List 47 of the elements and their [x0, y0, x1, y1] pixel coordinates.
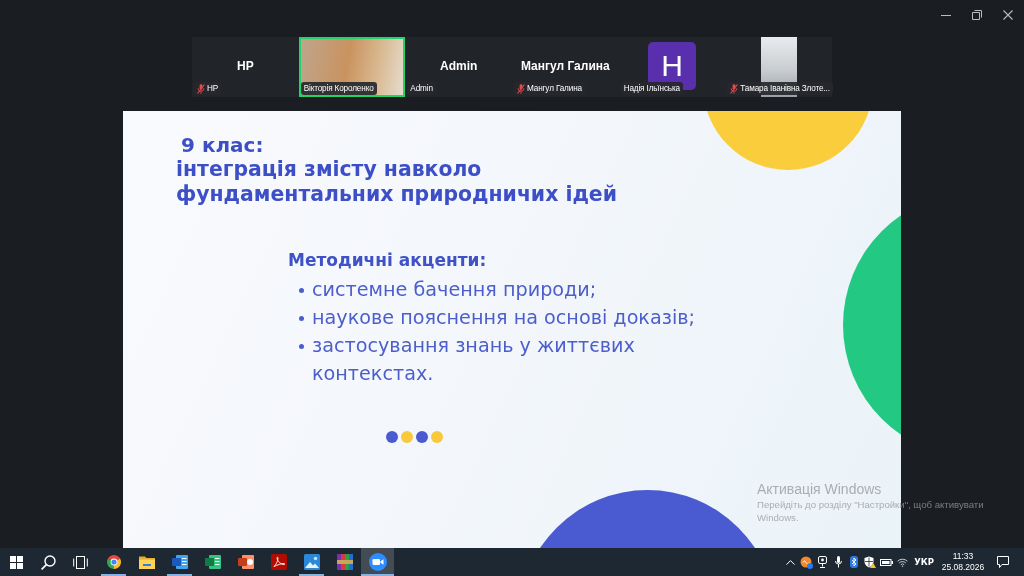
microphone-icon[interactable] [834, 556, 842, 568]
participant-name: Мангул Галина [520, 59, 610, 73]
document-icon [171, 554, 188, 570]
bullet-icon [299, 344, 304, 349]
bullet-icon [299, 316, 304, 321]
section-heading: Методичні акценти: [288, 249, 487, 271]
bullet-text: наукове пояснення на основі доказів; [312, 305, 696, 331]
activation-title: Активація Windows [757, 480, 882, 498]
bullet-text: системне бачення природи; [312, 277, 597, 303]
task-view-icon[interactable] [72, 555, 88, 569]
name-tag-text: Admin [410, 83, 433, 94]
archive-icon [336, 554, 353, 570]
participant-name: HP [237, 59, 254, 73]
tray-app-icon[interactable] [799, 555, 813, 569]
slide-subtitle: 9 клас: [181, 133, 264, 157]
language-indicator[interactable]: УКР [914, 557, 934, 567]
close-icon [1002, 10, 1013, 20]
name-tag-text: Тамара Іванівна Злоте... [740, 83, 830, 94]
pdf-icon [270, 554, 287, 570]
wifi-icon[interactable] [896, 557, 908, 567]
browser-icon [105, 554, 122, 570]
name-tag-text: HP [207, 83, 219, 94]
name-tag-text: Вікторія Короленко [303, 83, 374, 94]
slide-title: інтеграція змісту навколо фундаментальних природничих ідей [176, 157, 618, 207]
name-tag-text: Надія Ільїнська [623, 83, 680, 94]
presentation-icon [237, 554, 254, 570]
name-tag-text: Мангул Галина [527, 83, 582, 94]
clock-date[interactable]: 25.08.2026 [941, 562, 985, 573]
video-call-icon [368, 553, 387, 571]
restore-icon [971, 10, 982, 20]
photos-icon [303, 554, 320, 570]
shield-icon[interactable] [864, 556, 877, 568]
start-icon[interactable] [9, 555, 23, 569]
bullet-text: застосування знань у життєвих контекстах. [312, 333, 636, 387]
folder-icon [138, 555, 155, 569]
caret-icon[interactable] [785, 559, 795, 565]
bluetooth-icon[interactable] [850, 556, 859, 568]
battery-icon[interactable] [879, 558, 893, 566]
spreadsheet-icon [204, 554, 221, 570]
clock-time[interactable]: 11:33 [952, 551, 974, 562]
search-icon[interactable] [40, 554, 56, 570]
notification-icon[interactable] [997, 556, 1009, 568]
bullet-icon [299, 288, 304, 293]
minimize-icon [940, 14, 951, 16]
webcam-icon[interactable] [817, 556, 827, 568]
participant-name: Admin [440, 59, 478, 73]
taskbar-button[interactable] [361, 548, 394, 576]
